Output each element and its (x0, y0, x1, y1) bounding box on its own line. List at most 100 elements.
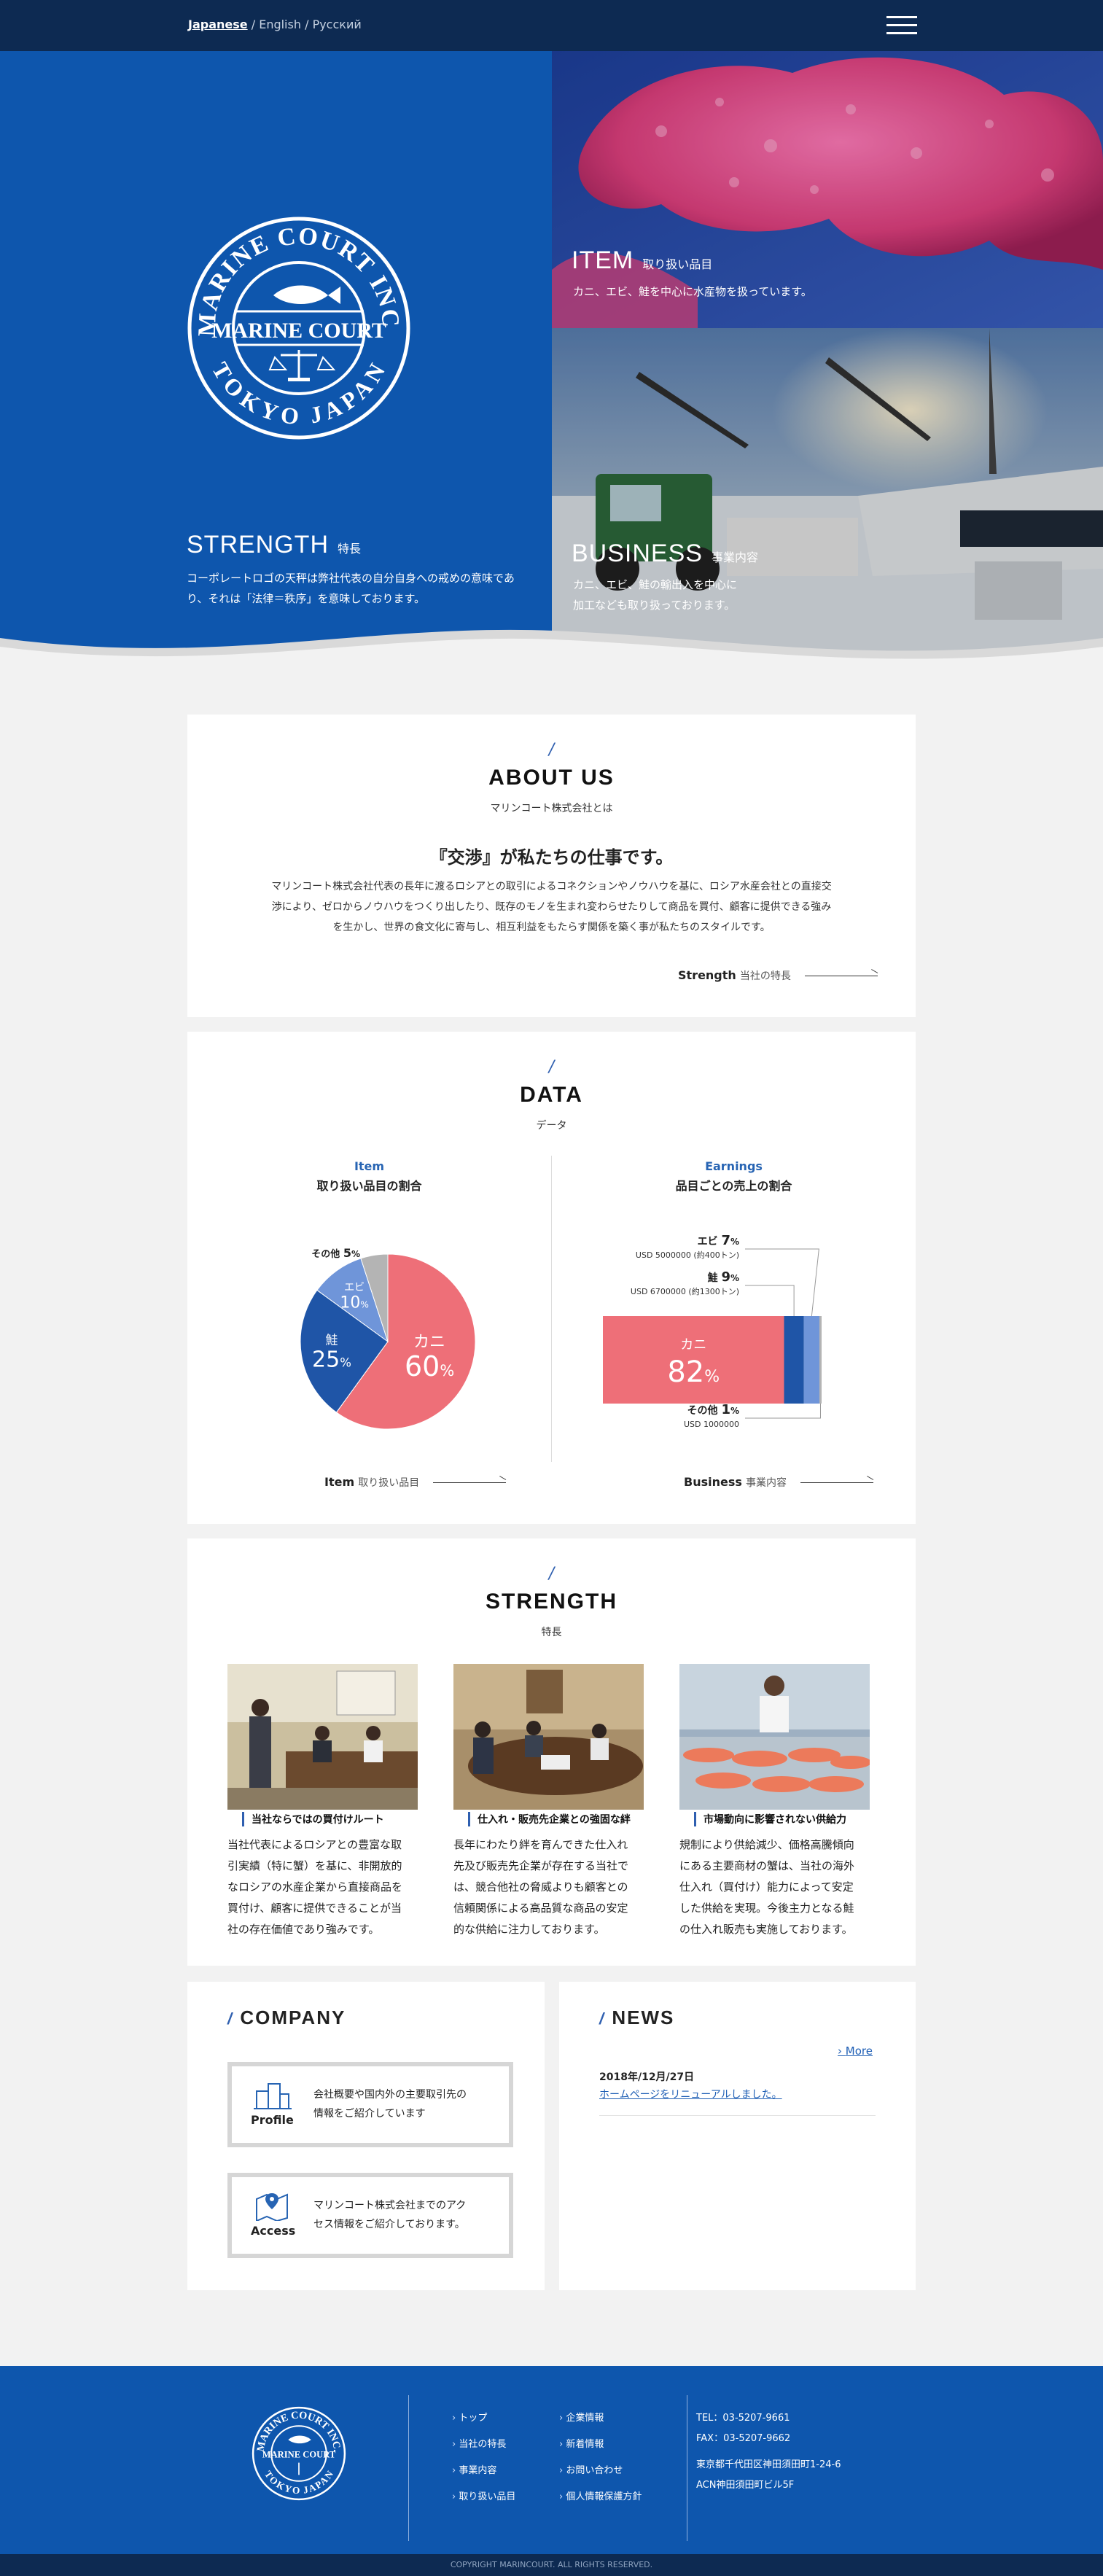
pie-label-category: エビ (344, 1282, 365, 1293)
news-divider (599, 2115, 876, 2116)
news-section: / NEWS › More 2018年/12月/27日 ホームページをリニューア… (559, 1982, 916, 2290)
footer-address: 東京都千代田区神田須田町1-24-6 (696, 2459, 841, 2470)
footer-logo[interactable]: MARINE COURT INC. TOKYO JAPAN MARINE COU… (252, 2406, 346, 2501)
bar-callout-line (745, 1285, 795, 1316)
hero-business-title: BUSINESS (572, 540, 703, 567)
hero-business-heading[interactable]: BUSINESS 事業内容 (572, 540, 758, 568)
company-title: COMPANY (240, 2007, 346, 2028)
lang-russian-link[interactable]: Русский (313, 17, 362, 31)
profile-desc: 会社概要や国内外の主要取引先の 情報をご紹介しています (313, 2085, 467, 2123)
item-pie-chart: カニ60%鮭25%エビ10%その他 5% (300, 1246, 476, 1430)
hero-business-line: カニ、エビ、鮭の輸出入を中心に (573, 578, 738, 591)
hero-item-heading[interactable]: ITEM 取り扱い品目 (572, 246, 712, 275)
about-title: ABOUT US (488, 766, 615, 790)
lang-japanese-link[interactable]: Japanese (188, 17, 248, 31)
top-bar: Japanese / English / Русский (0, 0, 1103, 51)
profile-button[interactable]: Profile 会社概要や国内外の主要取引先の 情報をご紹介しています (227, 2062, 513, 2147)
access-label: Access (251, 2224, 296, 2238)
hero-strength-line: コーポレートロゴの天秤は弊社代表の自分自身への戒めの意味であ (187, 572, 515, 585)
strength-body: 当社代表によるロシアとの豊富な取 引実績（特に蟹）を基に、非開放的 なロシアの水… (227, 1834, 428, 1940)
item-link-jp: 取り扱い品目 (358, 1477, 420, 1489)
hero-strength-heading[interactable]: STRENGTH 特長 (187, 531, 361, 559)
bar-callout-value: その他 1% (687, 1402, 739, 1417)
news-more-link[interactable]: › More (838, 2044, 873, 2058)
strength-body-line: にある主要商材の蟹は、当社の海外 (679, 1859, 855, 1872)
pie-label-category: 鮭 (325, 1334, 338, 1348)
about-body-line: マリンコート株式会社代表の長年に渡るロシアとの取引によるコネクションやノウハウを… (271, 881, 832, 892)
bar-segment (819, 1316, 822, 1404)
hero-item-sub: 取り扱い品目 (642, 259, 713, 271)
strength-link-jp: 当社の特長 (739, 970, 791, 982)
about-headline: 『交渉』が私たちの仕事です。 (429, 847, 674, 868)
footer-fax: FAX：03-5207-9662 (696, 2433, 791, 2444)
hero-business-sub: 事業内容 (711, 552, 758, 564)
pie-label-other: その他 5% (311, 1246, 360, 1260)
data-subtitle: データ (536, 1120, 567, 1132)
strength-body-line: した供給を実現。今後主力となる鮭 (679, 1902, 854, 1915)
salmon-market-photo (679, 1664, 870, 1810)
footer: MARINE COURT INC. TOKYO JAPAN MARINE COU… (0, 2366, 1103, 2554)
hero-business-desc: カニ、エビ、鮭の輸出入を中心に 加工なども取り扱っております。 (573, 575, 737, 615)
data-title: DATA (520, 1083, 583, 1107)
hero-business-line: 加工なども取り扱っております。 (573, 599, 736, 612)
copyright: COPYRIGHT MARINCOURT. ALL RIGHTS RESERVE… (0, 2554, 1103, 2576)
footer-logo-top-text: MARINE COURT INC. (255, 2410, 343, 2453)
hamburger-menu-icon[interactable] (886, 15, 917, 36)
marine-court-logo: MARINE COURT INC. TOKYO JAPAN MARINE COU… (186, 215, 410, 440)
access-desc: マリンコート株式会社までのアク セス情報をご紹介しております。 (313, 2196, 466, 2234)
strength-body-line: 規制により供給減少、価格高騰傾向 (679, 1838, 854, 1851)
strength-body-line: 的な供給に注力しております。 (453, 1923, 605, 1936)
svg-text:MARINE COURT INC.: MARINE COURT INC. (255, 2410, 343, 2453)
map-pin-icon (256, 2193, 288, 2221)
footer-nav-news[interactable]: 新着情報 (559, 2436, 604, 2450)
item-link[interactable]: Item 取り扱い品目 (324, 1475, 507, 1490)
meeting-photo (227, 1664, 418, 1810)
about-body-line: 渉により、ゼロからノウハウをつくり出したり、既存のモノを生まれ変わらせたりして商… (271, 901, 832, 913)
bar-callout-note: USD 1000000 (684, 1420, 739, 1429)
hero-item-desc: カニ、エビ、鮭を中心に水産物を扱っています。 (573, 285, 812, 298)
item-link-en: Item (324, 1475, 355, 1489)
footer-nav-strength[interactable]: 当社の特長 (452, 2436, 506, 2450)
strength-section: / STRENGTH 特長 当社ならではの買付けルート 当社代表によるロシアとの… (187, 1538, 916, 1966)
strength-body-line: 引実績（特に蟹）を基に、非開放的 (227, 1859, 402, 1872)
bar-callout-note: USD 6700000 (約1300トン) (631, 1286, 739, 1296)
footer-nav-company[interactable]: 企業情報 (559, 2410, 604, 2424)
business-link[interactable]: Business 事業内容 (684, 1475, 874, 1490)
footer-nav-privacy[interactable]: 個人情報保護方針 (559, 2489, 642, 2502)
strength-link[interactable]: Strength 当社の特長 (678, 968, 878, 983)
hero-strength-title: STRENGTH (187, 531, 329, 559)
footer-nav-contact[interactable]: お問い合わせ (559, 2462, 623, 2476)
strength-body-line: 社の存在価値であり強みです。 (227, 1923, 380, 1936)
profile-desc-line: 会社概要や国内外の主要取引先の (313, 2089, 467, 2101)
earnings-chart-heading-jp: 品目ごとの売上の割合 (675, 1179, 792, 1193)
footer-nav-business[interactable]: 事業内容 (452, 2462, 496, 2476)
strength-subtitle: 特長 (541, 1627, 562, 1638)
hero-strength-line: り、それは「法律＝秩序」を意味しております。 (187, 592, 426, 605)
footer-nav-items[interactable]: 取り扱い品目 (452, 2489, 515, 2502)
access-button[interactable]: Access マリンコート株式会社までのアク セス情報をご紹介しております。 (227, 2173, 513, 2258)
hero-strength-sub: 特長 (338, 543, 362, 556)
news-title: NEWS (612, 2007, 675, 2028)
data-divider (551, 1156, 552, 1462)
lang-separator: / (251, 17, 256, 31)
strength-body: 規制により供給減少、価格高騰傾向 にある主要商材の蟹は、当社の海外 仕入れ（買付… (679, 1834, 880, 1940)
news-headline-link[interactable]: ホームページをリニューアルしました。 (599, 2087, 782, 2101)
hero-strength-desc: コーポレートロゴの天秤は弊社代表の自分自身への戒めの意味であ り、それは「法律＝… (187, 568, 515, 609)
language-switcher: Japanese / English / Русский (188, 17, 362, 31)
news-heading: / NEWS (599, 2007, 675, 2028)
access-desc-line: セス情報をご紹介しております。 (313, 2219, 465, 2230)
strength-caption: 仕入れ・販売先企業との強固な絆 (468, 1812, 631, 1826)
bar-callout-line (745, 1404, 821, 1419)
lang-english-link[interactable]: English (259, 17, 301, 31)
strength-body: 長年にわたり絆を育んできた仕入れ 先及び販売先企業が存在する当社で は、競合他社… (453, 1834, 654, 1940)
data-section: / DATA データ Item 取り扱い品目の割合 Earnings 品目ごとの… (187, 1032, 916, 1524)
strength-caption: 市場動向に影響されない供給力 (694, 1812, 846, 1826)
news-date: 2018年/12月/27日 (599, 2071, 695, 2083)
bar-callout-value: エビ 7% (698, 1233, 739, 1248)
footer-nav-top[interactable]: トップ (452, 2410, 487, 2424)
profile-label: Profile (251, 2113, 294, 2127)
bar-callout-value: 鮭 9% (707, 1269, 739, 1285)
access-desc-line: マリンコート株式会社までのアク (313, 2200, 467, 2211)
item-chart-heading-jp: 取り扱い品目の割合 (316, 1179, 422, 1193)
strength-body-line: 長年にわたり絆を育んできた仕入れ (453, 1838, 628, 1851)
